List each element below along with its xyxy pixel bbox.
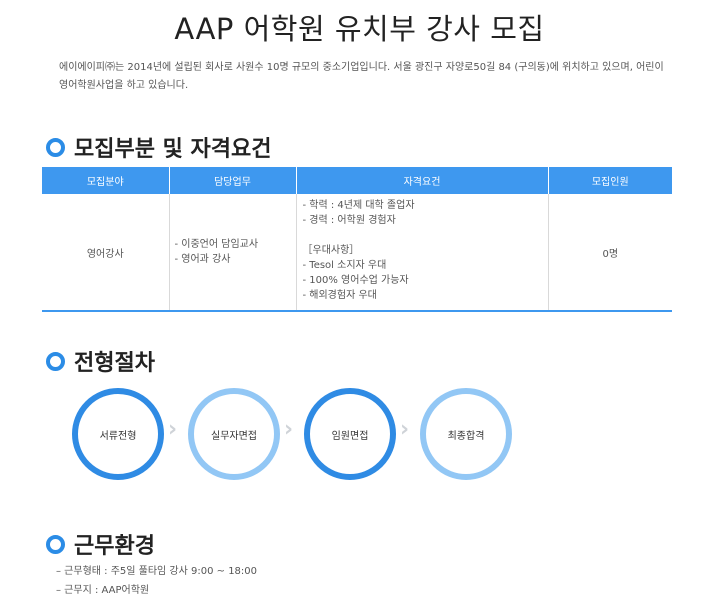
ring-bullet-icon [46,351,65,371]
duty-item: - 이중언어 담임교사 [174,239,259,250]
preferred-title: ［우대사항］ [302,245,360,256]
cell-field: 영어강사 [42,194,170,312]
section-recruit-heading: 모집부분 및 자격요건 [46,131,271,163]
step-executive-interview: 임원면접 [304,388,396,480]
chevron-right-icon: › [168,417,178,442]
ring-bullet-icon [46,137,65,157]
header-duty: 담당업무 [169,167,297,194]
process-steps: 서류전형 › 실무자면접 › 임원면접 › 최종합격 [72,388,632,480]
requirement-item: - 경력 : 어학원 경험자 [302,215,396,226]
header-requirements: 자격요건 [296,167,549,194]
step-label: 서류전형 [99,430,137,442]
page-title: AAP 어학원 유치부 강사 모집 [174,12,545,46]
environment-list: – 근무형태 : 주5일 풀타임 강사 9:00 ~ 18:00 – 근무지 :… [56,562,257,600]
table-header-row: 모집분야 담당업무 자격요건 모집인원 [42,167,672,194]
header-count: 모집인원 [548,167,672,194]
step-document-screening: 서류전형 [72,388,164,480]
ring-bullet-icon [46,534,65,554]
step-practical-interview: 실무자면접 [188,388,280,480]
company-intro: 에이에이피㈜는 2014년에 설립된 회사로 사원수 10명 규모의 중소기업입… [59,62,664,91]
section-process-heading: 전형절차 [46,345,155,377]
cell-count: 0명 [548,194,672,312]
preferred-item: - 해외경험자 우대 [302,290,377,301]
cell-requirements: - 학력 : 4년제 대학 졸업자 - 경력 : 어학원 경험자 ［우대사항］ … [296,194,549,312]
duty-item: - 영어과 강사 [174,254,231,265]
cell-duties: - 이중언어 담임교사 - 영어과 강사 [169,194,297,312]
environment-item: – 근무형태 : 주5일 풀타임 강사 9:00 ~ 18:00 [56,566,258,577]
section-environment-title: 근무환경 [74,534,155,559]
environment-item: – 근무지 : AAP어학원 [56,585,150,596]
step-label: 임원면접 [331,430,369,442]
step-final-pass: 최종합격 [420,388,512,480]
section-process-title: 전형절차 [74,351,155,376]
header-field: 모집분야 [42,167,170,194]
recruit-table: 모집분야 담당업무 자격요건 모집인원 영어강사 - 이중언어 담임교사 - 영… [42,167,672,312]
step-label: 실무자면접 [211,430,257,442]
chevron-right-icon: › [400,417,410,442]
section-environment-heading: 근무환경 [46,528,155,560]
preferred-item: - 100% 영어수업 가능자 [302,275,409,286]
requirement-item: - 학력 : 4년제 대학 졸업자 [302,200,415,211]
section-recruit-title: 모집부분 및 자격요건 [74,137,272,162]
preferred-item: - Tesol 소지자 우대 [302,260,387,271]
chevron-right-icon: › [284,417,294,442]
step-label: 최종합격 [447,430,485,442]
table-row: 영어강사 - 이중언어 담임교사 - 영어과 강사 - 학력 : 4년제 대학 … [42,194,672,312]
